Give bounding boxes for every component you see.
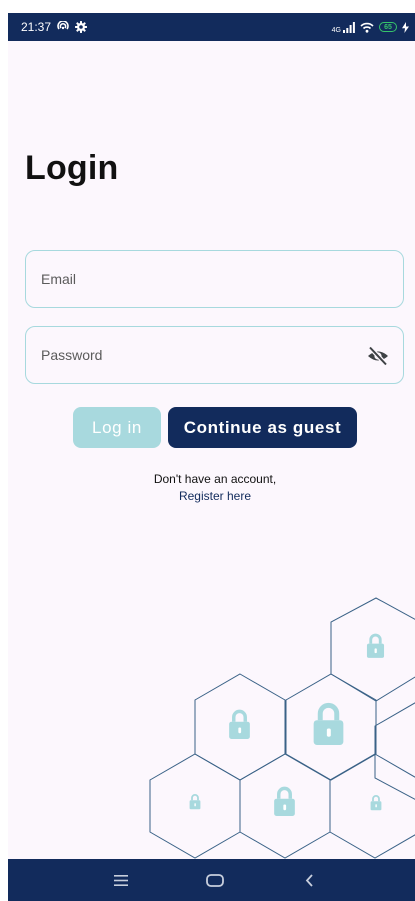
register-link[interactable]: Register here — [179, 489, 251, 503]
hexagon-shape — [239, 753, 331, 859]
battery-level: 65 — [384, 23, 392, 31]
padlock-icon — [189, 793, 201, 810]
padlock-icon — [273, 786, 296, 816]
home-icon[interactable] — [200, 867, 230, 893]
charging-icon — [402, 21, 409, 33]
battery-icon: 65 — [379, 22, 397, 32]
status-time: 21:37 — [21, 20, 52, 34]
email-field — [25, 250, 404, 308]
padlock-icon — [366, 633, 385, 658]
wifi-icon — [360, 21, 374, 33]
signal-icon — [343, 21, 355, 33]
password-input[interactable] — [26, 327, 403, 383]
padlock-icon — [314, 705, 344, 745]
eye-slash-icon[interactable] — [365, 343, 391, 369]
padlock-icon — [370, 794, 382, 811]
back-icon[interactable] — [294, 867, 324, 893]
hexagon-shape — [194, 673, 286, 781]
phone-screen: 21:37 4G 65 Login Email Log in Continue … — [0, 0, 415, 901]
settings-gear-icon — [75, 21, 88, 33]
register-prompt-block: Don't have an account, Register here — [8, 471, 415, 505]
status-bar: 21:37 4G 65 — [8, 13, 415, 41]
menu-icon[interactable] — [106, 867, 136, 893]
hexagon-shape — [149, 753, 241, 859]
navigation-bar — [8, 859, 415, 901]
login-button[interactable]: Log in — [73, 407, 161, 448]
hexagon-shape — [374, 702, 415, 800]
password-field — [25, 326, 404, 384]
hexagon-shape — [329, 753, 415, 859]
status-right: 4G 65 — [332, 21, 409, 34]
hexagon-shape — [285, 673, 377, 781]
register-prompt-text: Don't have an account, — [153, 472, 277, 486]
padlock-icon — [228, 709, 251, 739]
network-type-label: 4G — [331, 26, 341, 34]
email-input[interactable] — [26, 251, 403, 307]
page-title: Login — [25, 149, 119, 187]
hotspot-icon — [56, 21, 70, 33]
continue-as-guest-button[interactable]: Continue as guest — [168, 407, 357, 448]
hexagon-shape — [330, 597, 415, 702]
login-screen: Login Log in Continue as guest Don't hav… — [8, 41, 415, 859]
status-left: 21:37 — [21, 20, 88, 34]
